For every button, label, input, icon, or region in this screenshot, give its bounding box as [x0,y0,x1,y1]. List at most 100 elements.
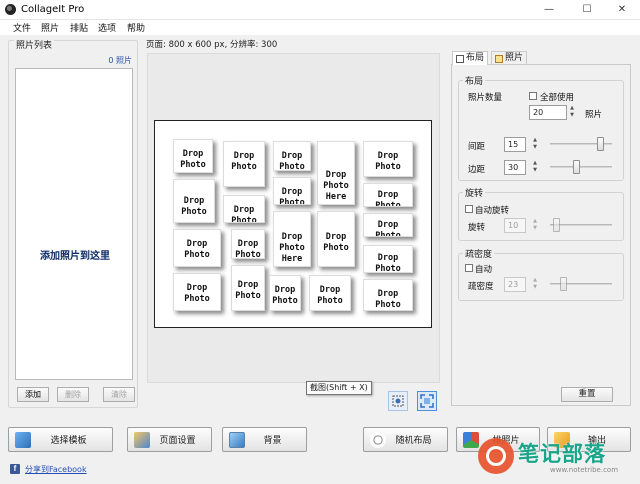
auto-rotate-label: 自动旋转 [475,206,510,216]
rotation-group-title: 旋转 [463,186,486,199]
fit-view-button[interactable] [417,391,437,411]
photo-cell[interactable]: Drop Photo [223,141,265,187]
use-all-checkbox[interactable] [529,92,537,100]
menu-photo[interactable]: 照片 [41,21,59,34]
margin-input[interactable]: 30 [504,160,526,175]
share-facebook-link[interactable]: 分享到Facebook [25,464,87,475]
density-slider-thumb[interactable] [559,277,567,291]
background-button[interactable]: 背景 [222,427,307,452]
rotation-slider-thumb[interactable] [552,218,560,232]
spacing-input[interactable]: 15 [504,137,526,152]
close-button[interactable]: ✕ [609,2,635,17]
tab-layout[interactable]: 布局 [452,51,489,65]
margin-slider-thumb[interactable] [573,160,581,174]
margin-stepper[interactable]: ▲ ▼ [531,160,539,174]
spacing-stepper[interactable]: ▲ ▼ [531,137,539,151]
photo-count-label: 照片数量 [468,93,503,103]
use-all-label: 全部使用 [540,93,575,103]
auto-density-checkbox[interactable] [465,264,473,272]
choose-template-label: 选择模板 [50,436,87,446]
rotation-label: 旋转 [468,223,486,233]
facebook-icon: f [10,464,20,474]
photo-cell[interactable]: Drop Photo [273,177,311,205]
menu-file[interactable]: 文件 [13,21,31,34]
auto-rotate-checkbox[interactable] [465,205,473,213]
page-setup-icon [134,431,150,448]
photo-cell[interactable]: Drop Photo Here [317,141,355,205]
photo-count-stepper[interactable]: ▲ ▼ [568,105,576,119]
density-group [458,253,624,301]
auto-density-label: 自动 [475,265,493,275]
density-stepper[interactable]: ▲ ▼ [531,277,539,291]
remove-photo-button[interactable]: 删除 [57,387,89,402]
collage-canvas[interactable]: Drop Photo Drop Photo Drop Photo Drop Ph… [154,120,432,328]
page-info: 页面: 800 x 600 px, 分辨率: 300 [146,40,278,50]
page-setup-button[interactable]: 页面设置 [127,427,212,452]
add-photos-hint: 添加照片到这里 [40,251,110,262]
title-bar: CollageIt Pro — ☐ ✕ [0,0,640,20]
density-input[interactable]: 23 [504,277,526,292]
add-photo-button[interactable]: 添加 [17,387,49,402]
random-layout-button[interactable]: 随机布局 [363,427,448,452]
photo-cell[interactable]: Drop Photo [173,229,221,267]
photo-icon [495,54,503,63]
photo-count-label: 0 照片 [108,56,132,65]
menu-help[interactable]: 帮助 [127,21,145,34]
watermark-logo [478,438,514,474]
tab-photo[interactable]: 照片 [491,51,528,65]
photo-cell[interactable]: Drop Photo [363,213,413,237]
photo-cell[interactable]: Drop Photo [173,139,213,173]
photo-list-dropzone[interactable]: 添加照片到这里 [15,68,133,380]
photo-cell[interactable]: Drop Photo [363,279,413,311]
photo-cell[interactable]: Drop Photo [231,265,265,311]
photo-cell[interactable]: Drop Photo Here [273,211,311,267]
menu-options[interactable]: 选项 [98,21,116,34]
density-group-title: 疏密度 [463,247,495,260]
photo-cell[interactable]: Drop Photo [269,275,301,311]
rotation-input[interactable]: 10 [504,218,526,233]
rotation-stepper[interactable]: ▲ ▼ [531,218,539,232]
clear-photos-button[interactable]: 清除 [103,387,135,402]
photo-cell[interactable]: Drop Photo [309,275,351,311]
background-icon [229,431,245,448]
photo-cell[interactable]: Drop Photo [317,211,355,267]
photo-cell[interactable]: Drop Photo [363,183,413,207]
photo-cell[interactable]: Drop Photo [173,273,221,311]
watermark: 笔记部落 www.notetribe.com [478,432,640,484]
spacing-slider-thumb[interactable] [596,137,604,151]
fit-screen-icon [420,394,434,408]
reset-button[interactable]: 重置 [561,387,613,402]
watermark-url: www.notetribe.com [550,466,619,474]
layout-group-title: 布局 [463,74,486,87]
margin-slider[interactable] [550,166,612,168]
choose-template-button[interactable]: 选择模板 [8,427,113,452]
background-label: 背景 [263,436,282,446]
photo-list-title: 照片列表 [14,38,55,51]
screenshot-tool-button[interactable] [388,391,408,411]
photo-cell[interactable]: Drop Photo [173,179,215,223]
screenshot-tooltip: 截图(Shift + X) [306,381,372,395]
photo-cell[interactable]: Drop Photo [273,141,311,171]
dice-icon [370,431,386,448]
density-label: 疏密度 [468,282,494,292]
photo-cell[interactable]: Drop Photo Here [231,229,265,259]
photo-count-input[interactable]: 20 [529,105,567,120]
random-layout-label: 随机布局 [395,436,432,446]
photo-cell[interactable]: Drop Photo [223,195,265,223]
collage-icon [463,431,479,448]
margin-label: 边距 [468,165,486,175]
tab-photo-label: 照片 [505,53,524,63]
minimize-button[interactable]: — [536,2,562,17]
page-setup-label: 页面设置 [159,436,196,446]
maximize-button[interactable]: ☐ [574,2,600,17]
screenshot-icon [392,395,404,407]
menu-collage[interactable]: 排贴 [70,21,88,34]
menu-bar: 文件 照片 排贴 选项 帮助 [0,20,640,35]
app-logo-icon [5,4,16,15]
layout-icon [456,54,464,63]
photo-cell[interactable]: Drop Photo [363,245,413,273]
watermark-name: 笔记部落 [518,442,606,466]
photo-cell[interactable]: Drop Photo [363,141,413,177]
tab-layout-label: 布局 [466,53,485,63]
photo-unit-label: 照片 [585,110,603,120]
